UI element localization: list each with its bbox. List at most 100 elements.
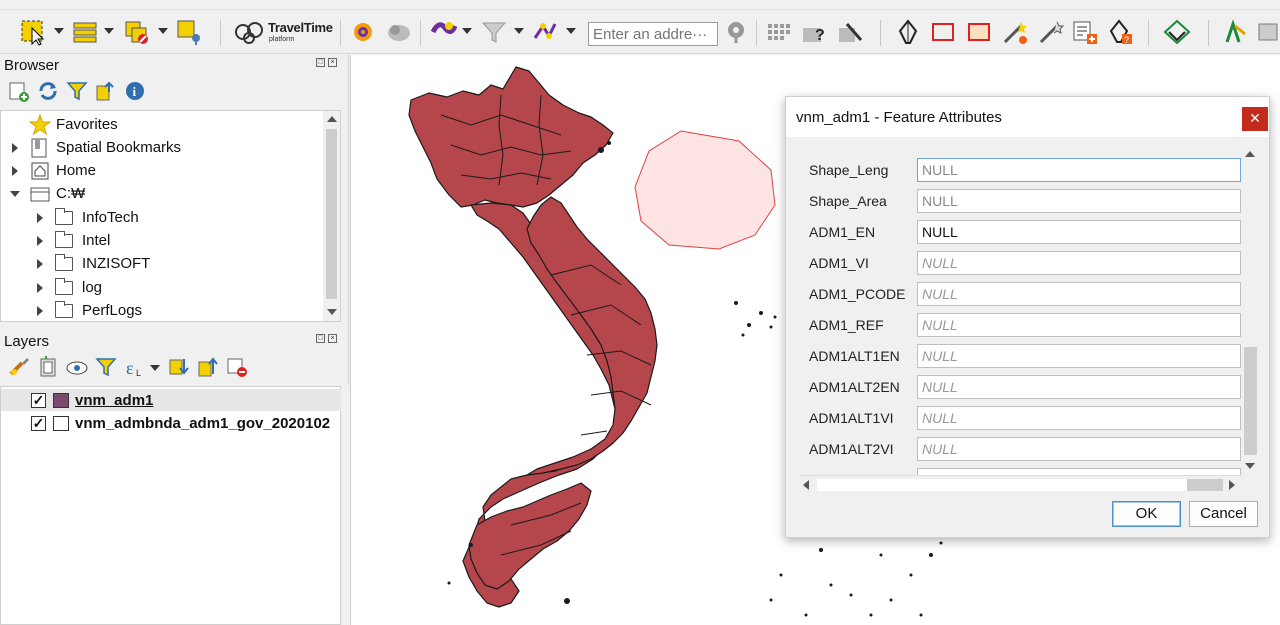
grid-icon[interactable] (764, 18, 794, 46)
adm1alt2en-input[interactable]: NULL (917, 375, 1241, 399)
layer-row-vnm-admbnda[interactable]: ✓ vnm_admbnda_adm1_gov_2020102 (1, 412, 341, 434)
tree-item-intel[interactable]: Intel (1, 229, 110, 252)
chevron-down-icon[interactable] (566, 28, 576, 34)
field-label: Shape_Leng (809, 162, 889, 178)
expand-arrow-icon[interactable] (12, 165, 18, 176)
chevron-down-icon[interactable] (514, 28, 524, 34)
refresh-icon[interactable] (37, 80, 59, 105)
collapse-all-icon[interactable] (95, 80, 117, 105)
info-icon[interactable]: i (124, 80, 146, 105)
adm1alt1vi-input[interactable]: NULL (917, 406, 1241, 430)
tree-item-favorites[interactable]: Favorites (1, 113, 118, 136)
tree-item-c-drive[interactable]: C:₩ (1, 182, 85, 205)
browser-scrollbar[interactable] (323, 111, 340, 321)
expand-arrow-icon[interactable] (12, 142, 18, 153)
plugin-manager-icon[interactable] (1220, 18, 1250, 46)
ok-button[interactable]: OK (1112, 501, 1181, 527)
expand-arrow-icon[interactable] (37, 258, 43, 269)
resize-icon[interactable] (964, 18, 994, 46)
chevron-down-icon[interactable] (54, 28, 64, 34)
form-vertical-scrollbar[interactable] (1241, 147, 1259, 475)
scroll-up-icon[interactable] (1245, 151, 1255, 157)
scroll-thumb[interactable] (326, 129, 337, 299)
filter-icon[interactable] (66, 80, 88, 105)
tree-item-inzisoft[interactable]: INZISOFT (1, 252, 150, 275)
float-panel-icon[interactable]: □ (316, 334, 325, 343)
scroll-thumb[interactable] (817, 479, 1187, 491)
digitize-icon[interactable] (894, 18, 922, 46)
select-feature-icon[interactable] (20, 18, 48, 46)
layer-row-vnm-adm1[interactable]: ✓ vnm_adm1 (1, 389, 341, 411)
adm1-pcode-input[interactable]: NULL (917, 282, 1241, 306)
tree-item-infotech[interactable]: InfoTech (1, 206, 139, 229)
add-directory-icon[interactable] (8, 80, 30, 105)
identify-pin-icon[interactable] (176, 18, 204, 46)
rectangle-icon[interactable] (928, 18, 958, 46)
qgis-logo-icon[interactable] (1162, 18, 1192, 46)
scroll-down-icon[interactable] (1245, 463, 1255, 469)
magic-wand-icon[interactable] (1036, 18, 1066, 46)
visibility-eye-icon[interactable] (66, 356, 88, 381)
chevron-down-icon[interactable] (104, 28, 114, 34)
tree-item-home[interactable]: Home (1, 159, 96, 182)
scroll-up-icon[interactable] (327, 116, 337, 122)
scroll-right-icon[interactable] (1229, 480, 1235, 490)
tree-item-perflogs[interactable]: PerfLogs (1, 299, 142, 321)
form-horizontal-scrollbar[interactable] (799, 475, 1241, 493)
attribute-table-icon[interactable] (72, 18, 98, 46)
expand-arrow-icon[interactable] (37, 212, 43, 223)
expand-all-icon[interactable] (168, 356, 190, 381)
close-icon[interactable]: ✕ (1242, 107, 1268, 131)
layer-visibility-checkbox[interactable]: ✓ (31, 415, 46, 431)
remove-feature-icon[interactable]: ? (1106, 18, 1136, 46)
scroll-thumb[interactable] (1244, 347, 1257, 455)
overflow-icon[interactable] (1256, 18, 1280, 46)
adm1alt2vi-input[interactable]: NULL (917, 437, 1241, 461)
tools-icon[interactable] (836, 18, 866, 46)
expression-filter-icon[interactable]: εL (124, 356, 146, 381)
traveltime-icon[interactable] (232, 18, 268, 46)
magic-wand-icon[interactable] (1000, 18, 1030, 46)
expand-arrow-icon[interactable] (37, 305, 43, 316)
layer-visibility-checkbox[interactable]: ✓ (31, 392, 46, 408)
deselect-icon[interactable] (124, 18, 152, 46)
plugin-icon[interactable] (384, 18, 414, 46)
adm1-ref-input[interactable]: NULL (917, 313, 1241, 337)
adm1-vi-input[interactable]: NULL (917, 251, 1241, 275)
filter-icon[interactable] (95, 356, 117, 381)
remove-layer-icon[interactable] (226, 356, 248, 381)
address-search-input[interactable] (588, 22, 718, 46)
scroll-left-icon[interactable] (803, 480, 809, 490)
expand-arrow-icon[interactable] (37, 282, 43, 293)
add-group-icon[interactable] (37, 356, 59, 381)
adm1-en-input[interactable]: NULL (917, 220, 1241, 244)
tree-item-log[interactable]: log (1, 276, 102, 299)
adm1alt1en-input[interactable]: NULL (917, 344, 1241, 368)
style-brush-icon[interactable] (8, 356, 30, 381)
tree-item-label: Spatial Bookmarks (56, 139, 182, 156)
gear-icon[interactable] (348, 18, 378, 46)
close-panel-icon[interactable]: × (328, 334, 337, 343)
tree-item-label: Favorites (56, 116, 118, 133)
collapse-arrow-icon[interactable] (10, 190, 20, 197)
expand-arrow-icon[interactable] (37, 235, 43, 246)
filter-icon[interactable] (480, 18, 508, 46)
help-icon[interactable]: ? (800, 18, 830, 46)
search-icon[interactable] (724, 18, 750, 46)
close-panel-icon[interactable]: × (328, 58, 337, 67)
chevron-down-icon[interactable] (150, 365, 160, 371)
route-icon[interactable] (428, 18, 458, 46)
collapse-all-icon[interactable] (197, 356, 219, 381)
shape-leng-input[interactable]: NULL (917, 158, 1241, 182)
scroll-down-icon[interactable] (327, 309, 337, 315)
sketch-polygon[interactable] (634, 130, 776, 250)
cancel-button[interactable]: Cancel (1189, 501, 1258, 527)
float-panel-icon[interactable]: □ (316, 58, 325, 67)
add-feature-icon[interactable] (1070, 18, 1102, 46)
network-icon[interactable] (530, 18, 560, 46)
chevron-down-icon[interactable] (462, 28, 472, 34)
chevron-down-icon[interactable] (158, 28, 168, 34)
scroll-track[interactable] (1187, 479, 1223, 491)
tree-item-spatial-bookmarks[interactable]: Spatial Bookmarks (1, 136, 181, 159)
shape-area-input[interactable]: NULL (917, 189, 1241, 213)
